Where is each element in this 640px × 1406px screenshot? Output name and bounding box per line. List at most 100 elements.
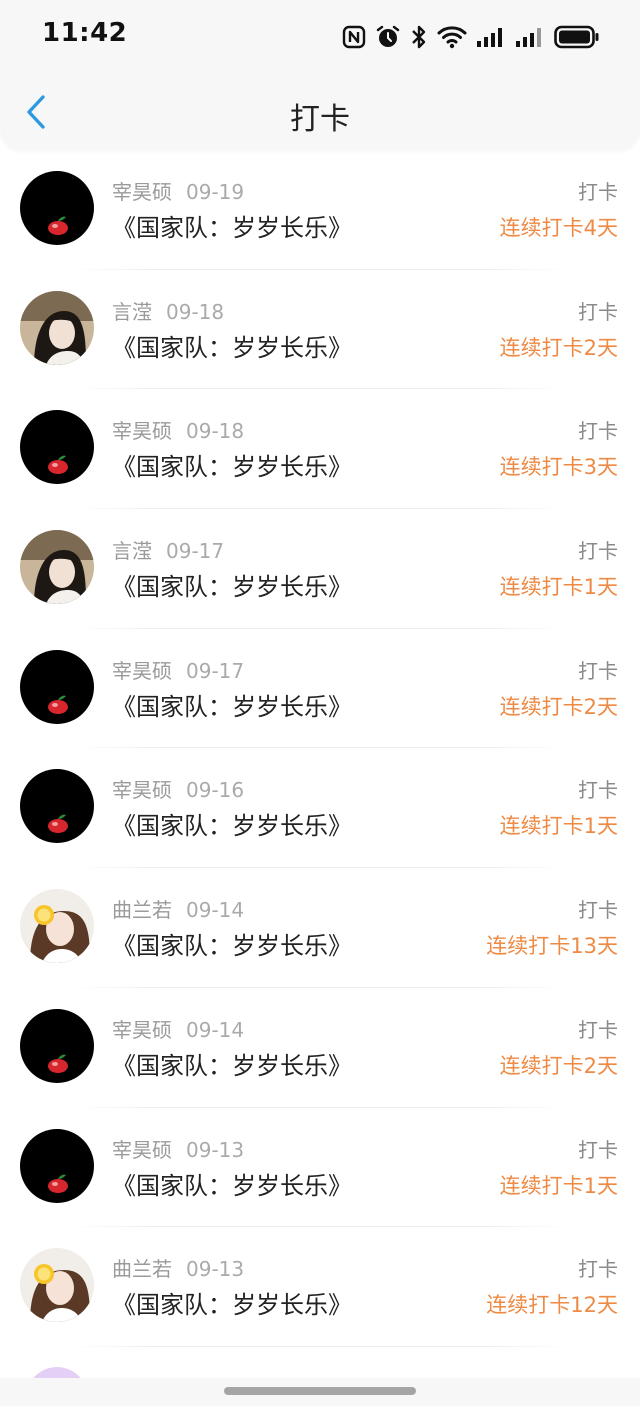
streak-label: 连续打卡2天: [499, 1053, 618, 1078]
row-meta: 曲兰若 09-13: [112, 1253, 244, 1282]
user-name[interactable]: 宰昊硕: [112, 1018, 172, 1042]
checkin-type: 打卡: [578, 419, 618, 444]
row-meta: 宰昊硕 09-14: [112, 1014, 244, 1043]
user-name[interactable]: 宰昊硕: [112, 180, 172, 204]
row-meta: 宰昊硕 09-13: [112, 1134, 244, 1163]
checkin-row[interactable]: 宰昊硕 09-19 《国家队：岁岁长乐》 打卡 连续打卡4天: [0, 150, 640, 270]
portrait-lemon-avatar-icon: [20, 889, 94, 964]
avatar[interactable]: [20, 530, 94, 605]
app-header: 打卡: [0, 72, 640, 150]
user-name[interactable]: 宰昊硕: [112, 1138, 172, 1162]
row-date: 09-18: [186, 419, 245, 444]
bluetooth-icon: [412, 25, 426, 49]
checkin-row[interactable]: 曲兰若 09-13 《国家队：岁岁长乐》 打卡 连续打卡12天: [0, 1227, 640, 1347]
page-title: 打卡: [290, 102, 350, 137]
row-date: 09-17: [186, 658, 245, 683]
streak-label: 连续打卡13天: [486, 934, 618, 959]
user-name[interactable]: 曲兰若: [112, 1257, 172, 1281]
user-name[interactable]: 言滢: [112, 300, 152, 324]
row-meta: 言滢 09-17: [112, 535, 224, 564]
book-title[interactable]: 《国家队：岁岁长乐》: [112, 1285, 352, 1320]
checkin-row[interactable]: 言滢 09-18 《国家队：岁岁长乐》 打卡 连续打卡2天: [0, 270, 640, 390]
black-fruit-avatar-icon: [20, 649, 94, 724]
battery-icon: [554, 25, 599, 49]
avatar[interactable]: [20, 410, 94, 485]
book-title[interactable]: 《国家队：岁岁长乐》: [112, 687, 352, 722]
streak-label: 连续打卡12天: [486, 1293, 618, 1318]
avatar[interactable]: [20, 1248, 94, 1323]
user-name[interactable]: 言滢: [112, 539, 152, 563]
streak-label: 连续打卡1天: [499, 1173, 618, 1198]
row-meta: 曲兰若 09-14: [112, 894, 244, 923]
row-date: 09-18: [166, 299, 225, 324]
book-title[interactable]: 《国家队：岁岁长乐》: [112, 447, 352, 482]
status-time: 11:42: [42, 18, 128, 48]
checkin-row[interactable]: 宰昊硕 09-16 《国家队：岁岁长乐》 打卡 连续打卡1天: [0, 748, 640, 869]
row-meta: 宰昊硕 09-16: [112, 774, 244, 803]
signal-icon-2: [516, 28, 541, 47]
user-name[interactable]: 宰昊硕: [112, 778, 172, 802]
checkin-row[interactable]: 宰昊硕 09-18 《国家队：岁岁长乐》 打卡 连续打卡3天: [0, 389, 640, 510]
streak-label: 连续打卡4天: [499, 216, 618, 240]
checkin-list: 宰昊硕 09-19 《国家队：岁岁长乐》 打卡 连续打卡4天 言滢 09-18 《国…: [0, 150, 640, 1347]
book-title[interactable]: 《国家队：岁岁长乐》: [112, 208, 352, 243]
black-fruit-avatar-icon: [20, 410, 94, 485]
nfc-icon: [342, 25, 366, 49]
avatar[interactable]: [20, 171, 94, 245]
user-name[interactable]: 宰昊硕: [112, 419, 172, 443]
checkin-row[interactable]: 宰昊硕 09-17 《国家队：岁岁长乐》 打卡 连续打卡2天: [0, 629, 640, 749]
checkin-row[interactable]: 宰昊硕 09-14 《国家队：岁岁长乐》 打卡 连续打卡2天: [0, 988, 640, 1108]
streak-label: 连续打卡3天: [499, 455, 618, 480]
row-date: 09-19: [186, 180, 245, 204]
avatar[interactable]: [20, 889, 94, 964]
book-title[interactable]: 《国家队：岁岁长乐》: [112, 926, 352, 961]
book-title[interactable]: 《国家队：岁岁长乐》: [112, 567, 352, 602]
home-indicator[interactable]: [224, 1387, 416, 1395]
checkin-row[interactable]: 宰昊硕 09-13 《国家队：岁岁长乐》 打卡 连续打卡1天: [0, 1108, 640, 1228]
book-title[interactable]: 《国家队：岁岁长乐》: [112, 1046, 352, 1081]
checkin-type: 打卡: [578, 1017, 618, 1042]
book-title[interactable]: 《国家队：岁岁长乐》: [112, 328, 352, 363]
checkin-row[interactable]: 言滢 09-17 《国家队：岁岁长乐》 打卡 连续打卡1天: [0, 509, 640, 629]
row-meta: 宰昊硕 09-19: [112, 176, 244, 205]
row-meta: 宰昊硕 09-17: [112, 655, 244, 684]
row-meta: 言滢 09-18: [112, 296, 224, 325]
row-date: 09-13: [186, 1257, 245, 1282]
signal-icon: [477, 28, 502, 47]
book-title[interactable]: 《国家队：岁岁长乐》: [112, 1166, 352, 1201]
row-date: 09-17: [166, 539, 225, 564]
row-date: 09-13: [186, 1137, 245, 1162]
alarm-icon: [376, 25, 400, 47]
checkin-type: 打卡: [578, 778, 618, 803]
avatar[interactable]: [20, 649, 94, 724]
checkin-type: 打卡: [578, 539, 618, 564]
black-fruit-avatar-icon: [20, 171, 94, 245]
status-icons: [342, 22, 600, 52]
black-fruit-avatar-icon: [20, 769, 94, 844]
checkin-type: 打卡: [578, 658, 618, 683]
portrait-lemon-avatar-icon: [20, 1248, 94, 1323]
gesture-bar: [0, 1378, 640, 1406]
portrait-dark-hair-avatar-icon: [20, 290, 94, 365]
checkin-type: 打卡: [578, 898, 618, 923]
wifi-icon: [437, 26, 467, 49]
checkin-type: 打卡: [578, 1257, 618, 1282]
streak-label: 连续打卡1天: [499, 575, 618, 600]
user-name[interactable]: 宰昊硕: [112, 659, 172, 683]
row-date: 09-16: [186, 778, 245, 803]
black-fruit-avatar-icon: [20, 1008, 94, 1083]
row-date: 09-14: [186, 898, 245, 923]
checkin-type: 打卡: [578, 180, 618, 204]
user-name[interactable]: 曲兰若: [112, 898, 172, 922]
book-title[interactable]: 《国家队：岁岁长乐》: [112, 806, 352, 841]
checkin-type: 打卡: [578, 299, 618, 324]
streak-label: 连续打卡2天: [499, 335, 618, 360]
avatar[interactable]: [20, 1008, 94, 1083]
row-date: 09-14: [186, 1017, 245, 1042]
avatar[interactable]: [20, 769, 94, 844]
avatar[interactable]: [20, 1128, 94, 1203]
black-fruit-avatar-icon: [20, 1128, 94, 1203]
streak-label: 连续打卡2天: [499, 694, 618, 719]
avatar[interactable]: [20, 290, 94, 365]
checkin-row[interactable]: 曲兰若 09-14 《国家队：岁岁长乐》 打卡 连续打卡13天: [0, 868, 640, 988]
